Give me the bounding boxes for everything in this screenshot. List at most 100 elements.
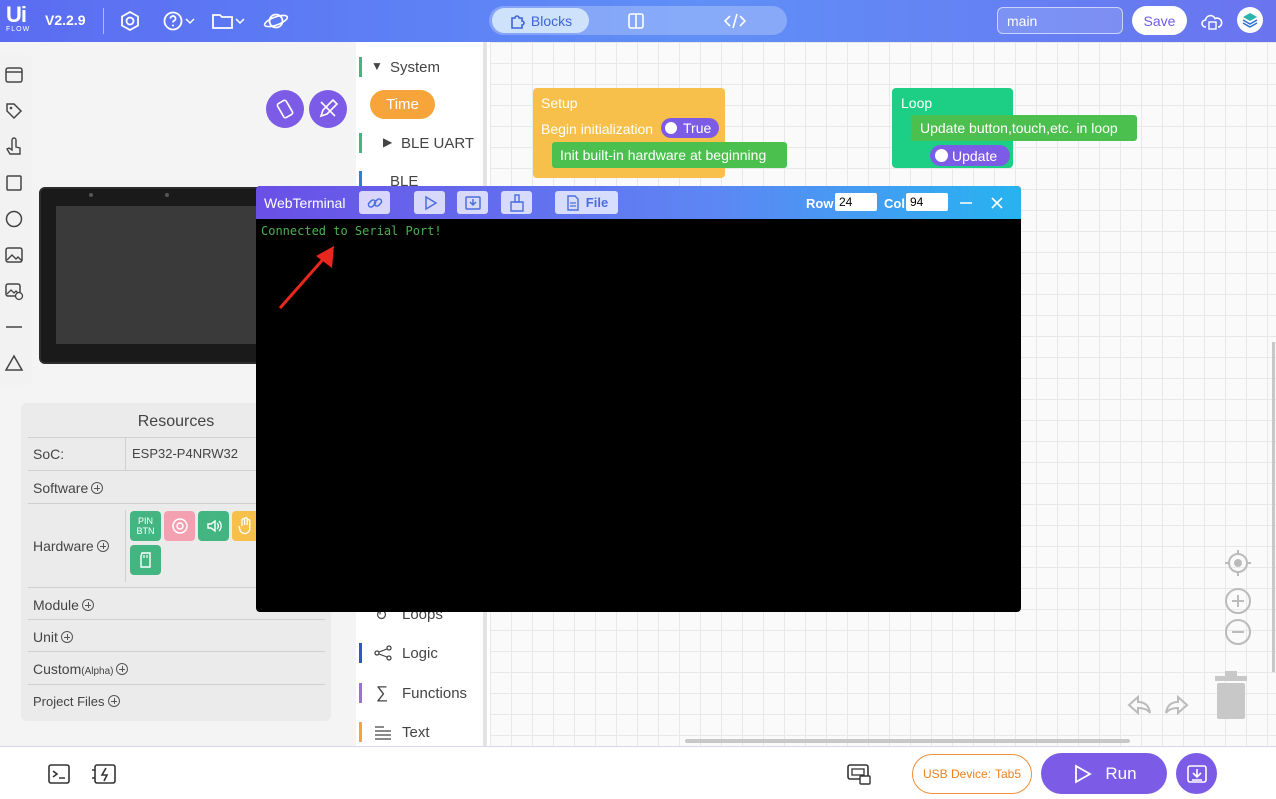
text-lines-icon (375, 726, 391, 740)
unit-row[interactable]: Unit (28, 619, 325, 651)
tab-code[interactable] (687, 8, 783, 33)
flash-device-icon[interactable] (91, 762, 119, 786)
hardware-sdcard[interactable] (130, 545, 161, 575)
usb-device-selector[interactable]: USB Device: Tab5 (912, 754, 1032, 794)
code-icon (724, 13, 746, 28)
zoom-in-icon[interactable] (1224, 587, 1252, 615)
divider (103, 8, 104, 34)
label-icon[interactable] (4, 101, 24, 121)
rectangle-icon[interactable] (4, 173, 24, 193)
hand-icon (238, 517, 251, 535)
image-icon[interactable] (4, 245, 24, 265)
update-toggle[interactable]: Update (930, 145, 1010, 166)
add-hardware-icon[interactable] (96, 540, 109, 552)
file-button[interactable]: File (555, 191, 618, 214)
rotate-icon (276, 99, 294, 119)
row-label: Row (806, 196, 834, 211)
download-button[interactable] (1176, 753, 1217, 794)
terminal-output[interactable]: Connected to Serial Port! (261, 224, 442, 238)
redo-icon[interactable] (1162, 691, 1190, 719)
bottom-bar: USB Device: Tab5 Run (0, 746, 1276, 799)
circle-icon[interactable] (4, 209, 24, 229)
puzzle-icon (511, 14, 525, 29)
sdcard-icon (139, 552, 151, 568)
add-custom-icon[interactable] (116, 663, 129, 675)
vertical-scrollbar[interactable] (1272, 342, 1275, 672)
link-off-icon (367, 197, 382, 208)
undo-icon[interactable] (1126, 691, 1154, 719)
top-bar: Ui FLOW V2.2.9 Blocks main Save (0, 0, 1276, 42)
add-module-icon[interactable] (81, 599, 94, 611)
folder-menu[interactable] (207, 9, 249, 33)
hardware-touch[interactable] (164, 511, 195, 541)
save-button[interactable]: Save (1132, 6, 1187, 35)
branch-selector[interactable]: main (997, 7, 1123, 34)
window-icon[interactable] (4, 65, 24, 85)
terminal-header[interactable]: WebTerminal File Row 24 Col 94 (256, 186, 1021, 219)
run-button[interactable]: Run (1041, 753, 1167, 794)
hardware-pin-button[interactable]: PIN BTN (130, 511, 161, 541)
logic-icon (374, 645, 392, 661)
play-icon (1075, 763, 1093, 784)
pencil-ruler-icon (319, 98, 339, 118)
widget-toolbar (0, 55, 32, 385)
user-avatar[interactable] (1237, 7, 1263, 33)
uiflow-logo: Ui FLOW (6, 2, 31, 34)
category-time[interactable]: Time (370, 90, 435, 119)
stack-icon (1242, 13, 1258, 28)
web-terminal: WebTerminal File Row 24 Col 94 Connected… (256, 186, 1021, 612)
horizontal-scrollbar[interactable] (685, 739, 1130, 743)
editor-mode-switch: Blocks (489, 6, 787, 35)
init-hardware-block[interactable]: Init built-in hardware at beginning (552, 142, 787, 168)
add-unit-icon[interactable] (60, 631, 73, 643)
clear-terminal-button[interactable] (501, 191, 532, 214)
col-label: Col (884, 196, 905, 211)
help-icon (163, 11, 183, 31)
planet-icon[interactable] (262, 9, 290, 33)
begin-toggle[interactable]: True (661, 118, 719, 138)
broom-icon (509, 193, 524, 212)
project-files-row[interactable]: Project Files (28, 684, 325, 716)
triangle-icon[interactable] (4, 353, 24, 373)
help-menu[interactable] (160, 9, 198, 33)
settings-icon[interactable] (118, 9, 142, 33)
run-script-button[interactable] (414, 191, 445, 214)
trash-icon[interactable] (1212, 668, 1250, 720)
close-icon[interactable] (989, 195, 1005, 211)
hardware-gesture[interactable] (232, 511, 258, 541)
chevron-down-icon (185, 18, 195, 25)
zoom-out-icon[interactable] (1224, 618, 1252, 646)
version-label: V2.2.9 (45, 12, 86, 28)
file-icon (567, 194, 579, 211)
image-plus-icon[interactable] (4, 281, 24, 301)
download-to-device-button[interactable] (457, 191, 488, 214)
custom-row[interactable]: Custom(Alpha) (28, 651, 325, 684)
row-input[interactable]: 24 (835, 193, 877, 211)
triangle-down-icon: ▼ (371, 59, 383, 73)
recenter-icon[interactable] (1224, 549, 1252, 577)
add-project-file-icon[interactable] (107, 695, 120, 707)
design-tools-button[interactable] (309, 90, 347, 128)
hardware-speaker[interactable] (198, 511, 229, 541)
rotate-screen-button[interactable] (266, 90, 304, 128)
col-input[interactable]: 94 (906, 193, 948, 211)
button-widget-icon[interactable] (4, 137, 24, 157)
tab-split[interactable] (593, 8, 679, 33)
tab-blocks[interactable]: Blocks (492, 8, 589, 33)
disconnect-button[interactable] (359, 191, 390, 214)
touch-icon (171, 518, 188, 534)
device-manager-icon[interactable] (846, 762, 872, 786)
cloud-upload-icon[interactable] (1200, 9, 1224, 33)
line-icon[interactable] (4, 317, 24, 337)
terminal-title: WebTerminal (264, 195, 346, 211)
device-download-icon (464, 195, 481, 210)
split-view-icon (628, 12, 644, 29)
add-software-icon[interactable] (91, 482, 104, 494)
annotation-arrow (278, 246, 334, 309)
terminal-icon[interactable] (47, 762, 71, 786)
triangle-right-icon: ▶ (383, 135, 393, 149)
download-to-device-icon (1186, 764, 1207, 783)
update-loop-block[interactable]: Update button,touch,etc. in loop (911, 115, 1137, 141)
sigma-icon: ∑ (376, 683, 389, 702)
minimize-icon[interactable] (958, 195, 974, 211)
